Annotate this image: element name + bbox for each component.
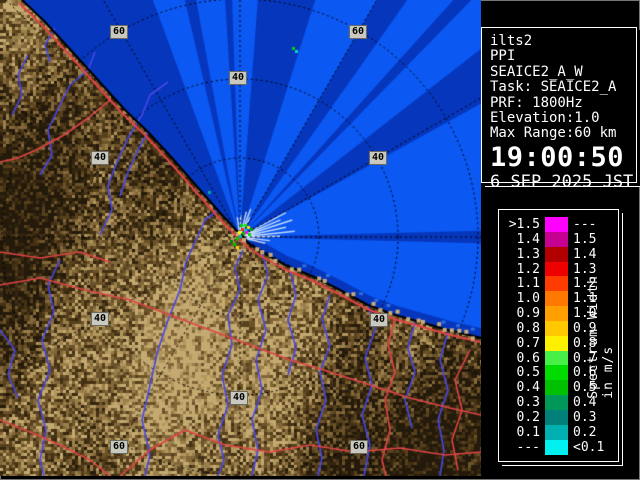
legend-color-swatch (545, 321, 568, 336)
legend-upper-bound: 1.1 (499, 276, 545, 291)
color-scale-legend: >1.5 --- 1.4 1.5 1.3 1.4 1.2 1.3 1.1 1.2 (498, 209, 619, 462)
legend-color-swatch (545, 217, 568, 232)
ring-label: 40 (229, 71, 247, 85)
ring-label: 40 (230, 391, 248, 405)
legend-color-swatch (545, 232, 568, 247)
radar-site-id: ilts2 (490, 34, 630, 49)
legend-color-swatch (545, 410, 568, 425)
legend-color-swatch (545, 395, 568, 410)
legend-upper-bound: 0.3 (499, 395, 545, 410)
status-info-panel: ilts2 PPI SEAICE2_A_W Task: SEAICE2_A PR… (481, 27, 637, 183)
legend-row: 1.4 1.5 (499, 232, 618, 247)
legend-upper-bound: 0.2 (499, 410, 545, 425)
legend-upper-bound: 0.7 (499, 336, 545, 351)
legend-upper-bound: 0.1 (499, 425, 545, 440)
legend-color-swatch (545, 425, 568, 440)
legend-color-swatch (545, 351, 568, 366)
legend-lower-bound: 0.3 (568, 410, 596, 425)
ring-label: 40 (370, 313, 388, 327)
prf-value: PRF: 1800Hz (490, 96, 630, 111)
radar-app-window: 60 60 40 40 40 40 40 40 60 60 ilts2 PPI SEAICE2_A… (0, 0, 640, 480)
legend-upper-bound: >1.5 (499, 217, 545, 232)
legend-row: 0.2 0.3 (499, 410, 618, 425)
legend-upper-bound: 0.4 (499, 380, 545, 395)
ring-label: 60 (350, 440, 368, 454)
legend-row: 1.3 1.4 (499, 247, 618, 262)
ring-label: 60 (349, 25, 367, 39)
scan-mode: PPI (490, 49, 630, 64)
legend-row: --- <0.1 (499, 440, 618, 455)
legend-color-swatch (545, 440, 568, 455)
ring-label: 60 (110, 440, 128, 454)
legend-lower-bound: <0.1 (568, 440, 604, 455)
legend-color-swatch (545, 247, 568, 262)
product-name: SEAICE2_A_W (490, 65, 630, 80)
legend-color-swatch (545, 336, 568, 351)
clock-time: 19:00:50 (490, 143, 630, 173)
legend-upper-bound: 1.2 (499, 262, 545, 277)
legend-upper-bound: 0.8 (499, 321, 545, 336)
legend-upper-bound: 0.5 (499, 365, 545, 380)
clock-date: 6 SEP 2025 JST (490, 173, 630, 192)
task-name: Task: SEAICE2_A (490, 80, 630, 95)
legend-color-swatch (545, 291, 568, 306)
legend-upper-bound: 1.3 (499, 247, 545, 262)
legend-row: 0.1 0.2 (499, 425, 618, 440)
ring-label: 60 (110, 25, 128, 39)
legend-row: >1.5 --- (499, 217, 618, 232)
elevation-value: Elevation:1.0 (490, 111, 630, 126)
legend-title: Spectrum Width in m/s (586, 273, 616, 399)
legend-color-swatch (545, 276, 568, 291)
ring-label: 40 (369, 151, 387, 165)
legend-color-swatch (545, 365, 568, 380)
legend-lower-bound: 1.5 (568, 232, 596, 247)
legend-upper-bound: 0.6 (499, 351, 545, 366)
ring-label: 40 (91, 312, 109, 326)
legend-lower-bound: --- (568, 217, 596, 232)
legend-upper-bound: 1.4 (499, 232, 545, 247)
legend-upper-bound: 1.0 (499, 291, 545, 306)
ring-label: 40 (91, 151, 109, 165)
legend-color-swatch (545, 306, 568, 321)
legend-color-swatch (545, 262, 568, 277)
legend-lower-bound: 1.4 (568, 247, 596, 262)
max-range-value: Max Range:60 km (490, 126, 630, 141)
legend-upper-bound: --- (499, 440, 545, 455)
legend-upper-bound: 0.9 (499, 306, 545, 321)
legend-color-swatch (545, 380, 568, 395)
legend-lower-bound: 0.2 (568, 425, 596, 440)
